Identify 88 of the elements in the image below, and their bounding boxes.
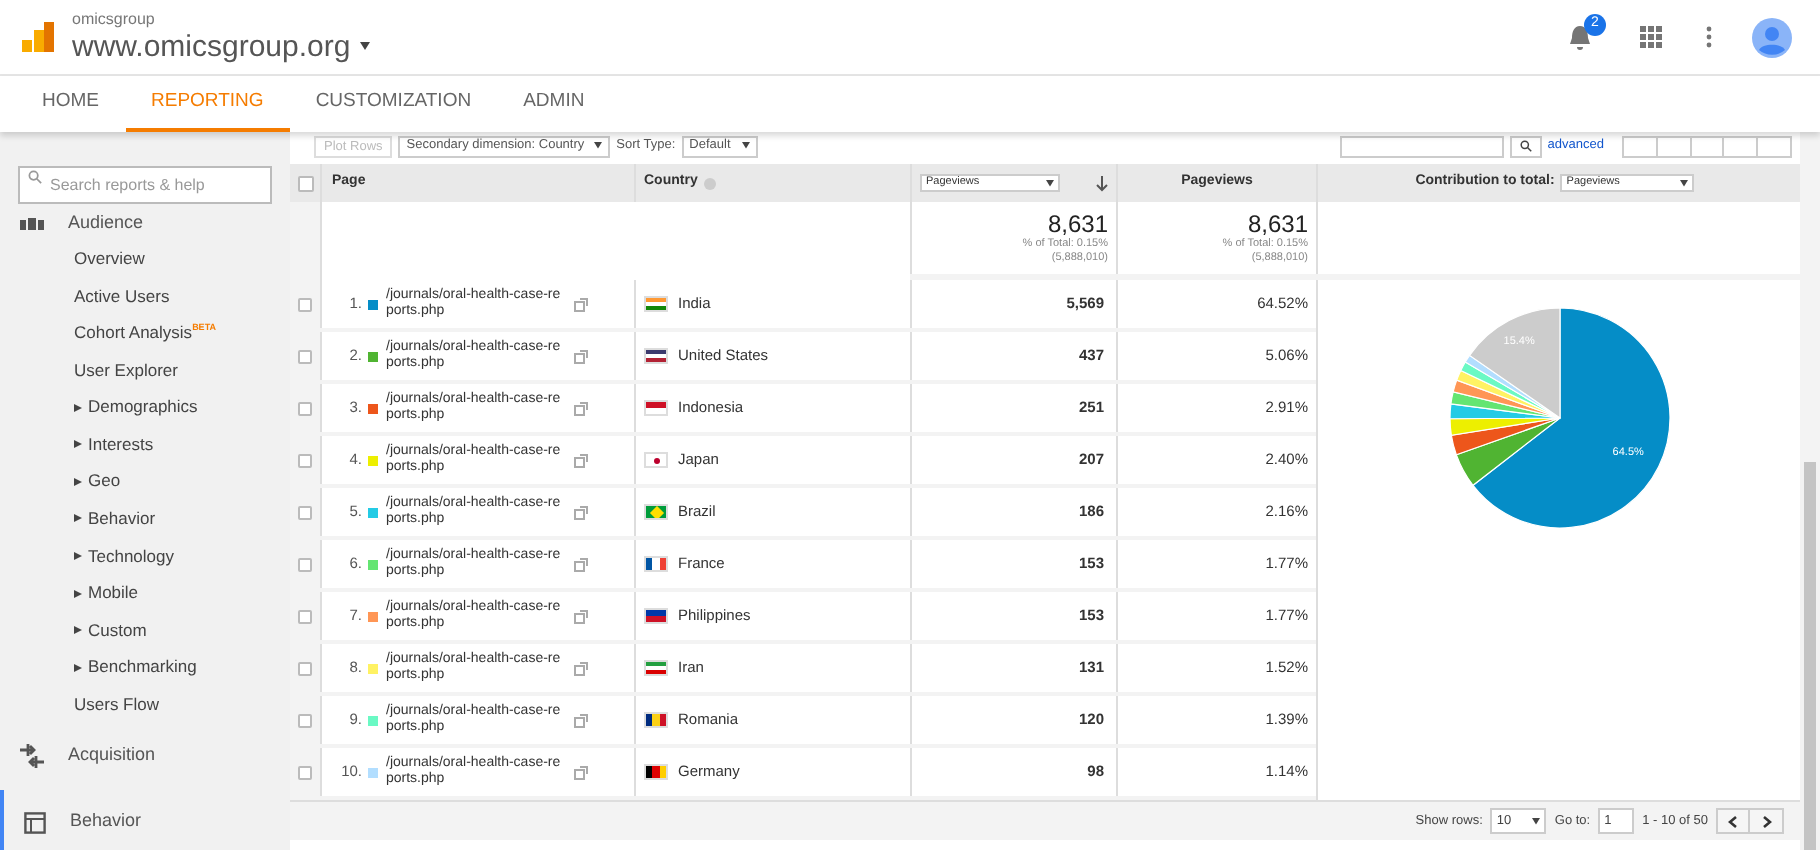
sidebar-item[interactable]: Users Flow: [0, 686, 290, 724]
dropdown-caret-icon: [360, 42, 371, 52]
expand-caret-icon: [74, 589, 82, 598]
expand-caret-icon: [74, 663, 82, 672]
flag-icon: [644, 556, 668, 572]
row-checkbox[interactable]: [298, 349, 312, 363]
expand-caret-icon: [74, 552, 82, 561]
flag-icon: [644, 452, 668, 468]
expand-caret-icon: [74, 477, 82, 486]
row-checkbox[interactable]: [298, 505, 312, 519]
flag-icon: [644, 660, 668, 676]
external-link-icon[interactable]: [574, 349, 588, 363]
external-link-icon[interactable]: [574, 505, 588, 519]
expand-caret-icon: [74, 440, 82, 449]
apps-grid-icon[interactable]: [1640, 26, 1662, 48]
bell-icon[interactable]: [1568, 23, 1592, 51]
total-value: 8,631: [1047, 210, 1108, 238]
total-value: 8,631: [1247, 210, 1308, 238]
external-link-icon[interactable]: [574, 453, 588, 467]
sort-arrow-icon[interactable]: [1096, 175, 1108, 191]
sidebar-item[interactable]: Overview: [0, 240, 290, 278]
layout-icon: [24, 811, 46, 834]
expand-caret-icon: [74, 403, 82, 412]
flag-icon: [644, 504, 668, 520]
flag-icon: [644, 712, 668, 728]
sidebar-item[interactable]: Benchmarking: [0, 649, 290, 687]
dropdown-caret-icon: [1532, 817, 1541, 825]
nav-tab[interactable]: CUSTOMIZATION: [289, 76, 498, 132]
section-label: Acquisition: [68, 742, 156, 769]
external-link-icon[interactable]: [574, 609, 588, 623]
view-toggle-group[interactable]: [1622, 135, 1792, 157]
flag-icon: [644, 348, 668, 364]
search-icon: [28, 170, 42, 184]
sidebar-item[interactable]: Demographics: [0, 388, 290, 426]
flag-icon: [644, 608, 668, 624]
external-link-icon[interactable]: [574, 401, 588, 415]
row-checkbox[interactable]: [298, 609, 312, 623]
audience-icon: [20, 218, 44, 230]
row-checkbox[interactable]: [298, 453, 312, 467]
dropdown-caret-icon: [594, 142, 603, 150]
sidebar-item[interactable]: Mobile: [0, 574, 290, 612]
nav-tab[interactable]: HOME: [16, 76, 125, 132]
sidebar-item[interactable]: Technology: [0, 537, 290, 575]
dropdown-caret-icon: [1046, 179, 1054, 187]
table-search-field[interactable]: [1339, 135, 1504, 157]
row-checkbox[interactable]: [298, 765, 312, 779]
dropdown-caret-icon: [742, 142, 751, 150]
sidebar-item[interactable]: Active Users: [0, 277, 290, 315]
sidebar-item[interactable]: Behavior: [0, 500, 290, 538]
sidebar-section[interactable]: Acquisition: [0, 723, 290, 790]
sidebar-item[interactable]: Geo: [0, 463, 290, 501]
row-checkbox[interactable]: [298, 661, 312, 675]
external-link-icon[interactable]: [574, 765, 588, 779]
nav-tab[interactable]: ADMIN: [497, 76, 611, 132]
expand-caret-icon: [74, 626, 82, 635]
sidebar-item[interactable]: Custom: [0, 611, 290, 650]
row-checkbox[interactable]: [298, 297, 312, 311]
more-menu-icon[interactable]: [1706, 26, 1712, 48]
section-label: Behavior: [70, 808, 142, 835]
account-name: omicsgroup: [72, 9, 157, 29]
dropdown-caret-icon: [1680, 179, 1689, 187]
remove-dimension-icon[interactable]: [703, 177, 716, 189]
search-icon: [1519, 140, 1532, 152]
chevron-right-icon: [1761, 815, 1771, 827]
table-search-button[interactable]: [1509, 135, 1542, 157]
external-link-icon[interactable]: [574, 557, 588, 571]
arrows-icon: [20, 744, 44, 769]
expand-caret-icon: [74, 514, 82, 523]
chevron-left-icon: [1728, 815, 1738, 827]
property-selector[interactable]: www.omicsgroup.org: [72, 29, 371, 65]
search-field[interactable]: Search reports & help: [18, 166, 272, 204]
select-all-checkbox[interactable]: [297, 175, 313, 191]
avatar-icon[interactable]: [1752, 17, 1792, 57]
flag-icon: [644, 296, 668, 312]
row-checkbox[interactable]: [298, 557, 312, 571]
scrollbar-thumb[interactable]: [1804, 462, 1816, 850]
external-link-icon[interactable]: [574, 661, 588, 675]
sidebar-section[interactable]: Audience: [0, 208, 290, 240]
flag-icon: [644, 400, 668, 416]
external-link-icon[interactable]: [574, 297, 588, 311]
row-checkbox[interactable]: [298, 713, 312, 727]
external-link-icon[interactable]: [574, 713, 588, 727]
sidebar-item[interactable]: User Explorer: [0, 351, 290, 389]
row-checkbox[interactable]: [298, 401, 312, 415]
analytics-logo: [20, 19, 56, 55]
section-label: Audience: [68, 210, 144, 237]
sidebar-item[interactable]: Interests: [0, 425, 290, 464]
flag-icon: [644, 764, 668, 780]
